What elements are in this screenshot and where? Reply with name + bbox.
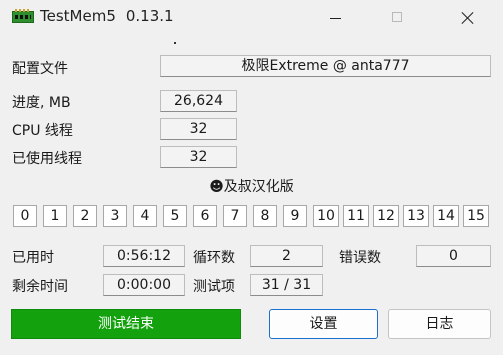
window-title: TestMem5 0.13.1	[40, 7, 174, 25]
thread-box: 2	[73, 205, 97, 227]
remaining-field: 0:00:00	[103, 274, 185, 296]
config-field[interactable]: 极限Extreme @ anta777	[160, 55, 491, 77]
thread-box: 12	[373, 205, 399, 227]
thread-box: 11	[343, 205, 369, 227]
cycles-field: 2	[250, 245, 323, 267]
thread-box: 4	[133, 205, 157, 227]
thread-box: 15	[463, 205, 489, 227]
cycles-label: 循环数	[193, 250, 235, 266]
used-threads-label: 已使用线程	[12, 151, 82, 167]
thread-box: 1	[43, 205, 67, 227]
thread-box: 3	[103, 205, 127, 227]
config-label: 配置文件	[12, 61, 68, 77]
used-threads-field: 32	[160, 146, 237, 168]
settings-button[interactable]: 设置	[269, 309, 378, 339]
thread-box: 5	[163, 205, 187, 227]
cpu-threads-field: 32	[160, 118, 237, 140]
app-name: TestMem5	[40, 7, 116, 25]
progress-field: 26,624	[160, 90, 237, 112]
errors-field: 0	[416, 245, 491, 267]
minimize-button[interactable]	[313, 0, 359, 36]
thread-box: 9	[283, 205, 307, 227]
maximize-button[interactable]	[375, 0, 421, 36]
app-version: 0.13.1	[125, 7, 174, 25]
tests-label: 测试项	[193, 279, 235, 295]
memory-chip-icon	[12, 9, 34, 23]
errors-label: 错误数	[339, 250, 381, 266]
elapsed-field: 0:56:12	[103, 245, 185, 267]
close-button[interactable]	[445, 0, 491, 36]
thread-box: 14	[433, 205, 459, 227]
thread-box: 10	[313, 205, 339, 227]
elapsed-label: 已用时	[12, 250, 54, 266]
log-button[interactable]: 日志	[388, 309, 491, 339]
thread-box: 7	[223, 205, 247, 227]
title-bar[interactable]: TestMem5 0.13.1	[0, 0, 503, 36]
cpu-threads-label: CPU 线程	[12, 123, 73, 139]
remaining-label: 剩余时间	[12, 279, 68, 295]
thread-box: 6	[193, 205, 217, 227]
dot-mark	[174, 42, 176, 44]
thread-box: 13	[403, 205, 429, 227]
thread-box: 8	[253, 205, 277, 227]
progress-label: 进度, MB	[12, 95, 71, 111]
tests-field: 31 / 31	[250, 274, 323, 296]
end-test-button[interactable]: 测试结束	[11, 309, 241, 339]
thread-box: 0	[13, 205, 37, 227]
credit-label: ☻及叔汉化版	[209, 179, 294, 195]
